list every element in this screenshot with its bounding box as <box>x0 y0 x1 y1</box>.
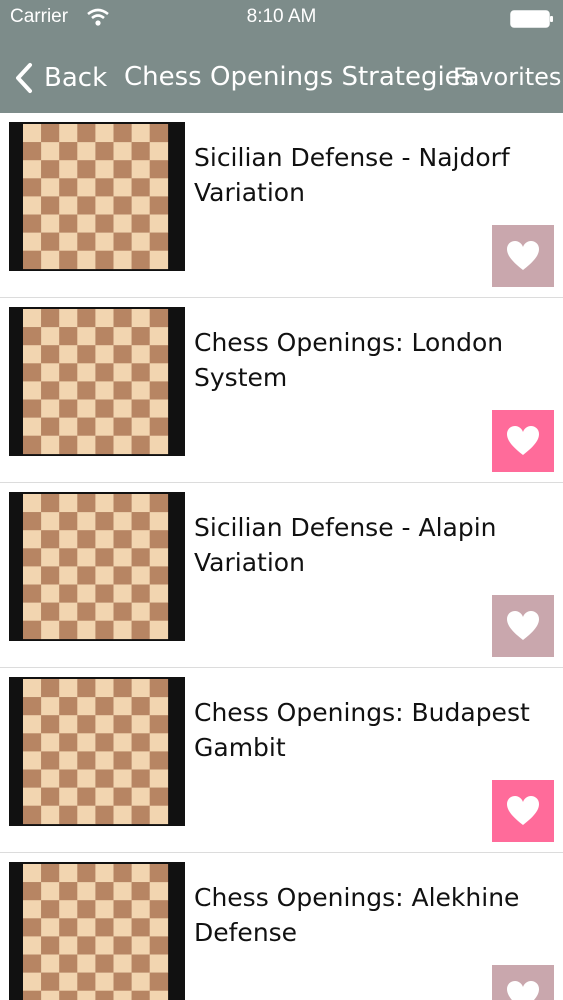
chessboard-thumbnail <box>9 862 185 1000</box>
top-bar: Carrier 8:10 AM Back Chess Openings Stra… <box>0 0 563 113</box>
item-title: Chess Openings: Budapest Gambit <box>194 698 530 762</box>
heart-icon <box>507 796 539 825</box>
list-item[interactable]: Chess Openings: London System <box>0 298 563 483</box>
item-title: Sicilian Defense - Alapin Variation <box>194 513 497 577</box>
chessboard-image <box>23 494 169 640</box>
chessboard-image <box>23 309 169 455</box>
list-item[interactable]: Chess Openings: Alekhine Defense <box>0 853 563 1000</box>
heart-icon <box>507 426 539 455</box>
list-item[interactable]: Sicilian Defense - Alapin Variation <box>0 483 563 668</box>
favorite-button[interactable] <box>492 595 554 657</box>
chessboard-thumbnail <box>9 677 185 826</box>
back-label: Back <box>44 63 108 93</box>
status-bar: Carrier 8:10 AM <box>0 0 563 36</box>
heart-icon <box>507 241 539 270</box>
chessboard-image <box>23 679 169 825</box>
chessboard-thumbnail <box>9 307 185 456</box>
back-button[interactable]: Back <box>14 58 107 98</box>
list-item[interactable]: Sicilian Defense - Najdorf Variation <box>0 113 563 298</box>
chessboard-thumbnail <box>9 122 185 271</box>
favorite-button[interactable] <box>492 780 554 842</box>
heart-icon <box>507 611 539 640</box>
page-title: Chess Openings Strategies <box>124 62 475 92</box>
chessboard-image <box>23 124 169 270</box>
chessboard-image <box>23 864 169 1000</box>
favorite-button[interactable] <box>492 410 554 472</box>
item-title: Chess Openings: London System <box>194 328 504 392</box>
chessboard-thumbnail <box>9 492 185 641</box>
chevron-left-icon <box>16 63 32 93</box>
favorites-button[interactable]: Favorites <box>453 63 561 91</box>
battery-icon <box>510 10 553 28</box>
list-item[interactable]: Chess Openings: Budapest Gambit <box>0 668 563 853</box>
favorite-button[interactable] <box>492 965 554 1000</box>
heart-icon <box>507 981 539 1000</box>
favorite-button[interactable] <box>492 225 554 287</box>
item-title: Sicilian Defense - Najdorf Variation <box>194 143 510 207</box>
navigation-bar: Back Chess Openings Strategies Favorites <box>0 44 563 113</box>
openings-list: Sicilian Defense - Najdorf Variation Che… <box>0 113 563 1000</box>
item-title: Chess Openings: Alekhine Defense <box>194 883 520 947</box>
clock: 8:10 AM <box>246 6 317 27</box>
